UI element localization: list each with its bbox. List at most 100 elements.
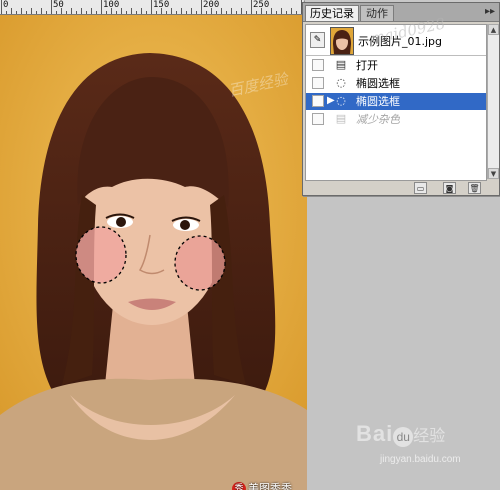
- ruler-label: 0: [3, 0, 9, 10]
- ruler-tick: [121, 8, 122, 14]
- ruler-tick: [21, 8, 22, 14]
- step-checkbox[interactable]: [312, 77, 324, 89]
- history-step-label: 椭圆选框: [356, 95, 400, 108]
- meitu-xiuxiu-badge: 秀美图秀秀: [232, 481, 292, 490]
- panel-tab-bar: 历史记录 动作 ▸▸: [303, 3, 499, 22]
- baidu-paw-icon: du: [393, 426, 414, 447]
- tab-actions[interactable]: 动作: [360, 5, 394, 21]
- ruler-tick: [116, 11, 117, 14]
- snapshot-camera-icon[interactable]: ◙: [443, 182, 456, 194]
- ruler-tick: [66, 11, 67, 14]
- ellipse-marquee-icon: ◌: [336, 76, 346, 89]
- ruler-tick: [286, 11, 287, 14]
- ruler-tick: [151, 0, 152, 14]
- snapshot-label: 示例图片_01.jpg: [358, 35, 443, 48]
- document-canvas[interactable]: 秀美图秀秀: [0, 15, 307, 490]
- ruler-tick: [11, 8, 12, 14]
- ruler-tick: [271, 8, 272, 14]
- ruler-label: 100: [103, 0, 120, 10]
- history-step[interactable]: ▤ 打开: [306, 57, 486, 74]
- ruler-label: 250: [253, 0, 270, 10]
- history-brush-icon[interactable]: ✎: [310, 32, 325, 48]
- panel-menu-icon[interactable]: ▸▸: [485, 6, 495, 18]
- history-step[interactable]: ▶ ◌ 椭圆选框: [306, 93, 486, 110]
- ruler-tick: [81, 8, 82, 14]
- ruler-tick: [221, 8, 222, 14]
- step-checkbox[interactable]: [312, 59, 324, 71]
- baidu-logo-text: Bai: [356, 421, 394, 446]
- ruler-tick: [36, 11, 37, 14]
- ruler-tick: [166, 11, 167, 14]
- ruler-tick: [201, 0, 202, 14]
- panel-footer: ▭ ◙ 🗑: [303, 181, 499, 195]
- snapshot-thumbnail: [330, 27, 354, 55]
- ruler-tick: [96, 11, 97, 14]
- baidu-jingyan-logo: Bai du 经验: [356, 421, 445, 447]
- ruler-tick: [16, 11, 17, 14]
- ruler-tick: [51, 0, 52, 14]
- ruler-tick: [176, 11, 177, 14]
- tab-history[interactable]: 历史记录: [305, 5, 359, 21]
- scroll-up-arrow-icon[interactable]: ▲: [488, 24, 499, 35]
- ruler-tick: [136, 11, 137, 14]
- horizontal-ruler: 050100150200250300: [0, 0, 305, 15]
- history-step[interactable]: ◌ 椭圆选框: [306, 75, 486, 92]
- meitu-badge-label: 美图秀秀: [248, 482, 292, 490]
- ruler-tick: [256, 11, 257, 14]
- ruler-tick: [76, 11, 77, 14]
- ruler-tick: [91, 8, 92, 14]
- history-step[interactable]: ▤ 减少杂色: [306, 111, 486, 128]
- ruler-tick: [186, 11, 187, 14]
- new-document-from-state-icon[interactable]: ▭: [414, 182, 427, 194]
- ruler-tick: [231, 8, 232, 14]
- ruler-tick: [131, 8, 132, 14]
- ruler-tick: [216, 11, 217, 14]
- ruler-tick: [106, 11, 107, 14]
- jingyan-text: 经验: [413, 428, 446, 445]
- ruler-tick: [226, 11, 227, 14]
- ruler-tick: [6, 11, 7, 14]
- ruler-label: 150: [153, 0, 170, 10]
- ruler-tick: [241, 8, 242, 14]
- ruler-tick: [26, 11, 27, 14]
- ellipse-marquee-icon: ◌: [336, 94, 346, 107]
- ruler-tick: [146, 11, 147, 14]
- baidu-url: jingyan.baidu.com: [380, 454, 461, 465]
- ruler-label: 50: [53, 0, 64, 10]
- history-list: ✎ 示例图片_01.jpg ▤ 打开 ◌ 椭圆选框 ▶ ◌ 椭圆选框 ▤ 减少杂色: [305, 24, 487, 181]
- photo: [0, 15, 307, 490]
- ruler-tick: [276, 11, 277, 14]
- ruler-tick: [56, 11, 57, 14]
- ruler-tick: [86, 11, 87, 14]
- trash-icon[interactable]: 🗑: [468, 182, 481, 194]
- ruler-tick: [71, 8, 72, 14]
- history-step-label: 打开: [356, 59, 378, 72]
- panel-scrollbar[interactable]: ▲ ▼: [487, 24, 499, 179]
- step-checkbox[interactable]: [312, 95, 324, 107]
- step-checkbox[interactable]: [312, 113, 324, 125]
- ruler-tick: [171, 8, 172, 14]
- ruler-tick: [156, 11, 157, 14]
- ruler-tick: [281, 8, 282, 14]
- ruler-tick: [31, 8, 32, 14]
- history-panel[interactable]: 历史记录 动作 ▸▸ ✎ 示例图片_01.jpg ▤ 打开 ◌ 椭圆选框 ▶ ◌ 椭圆选框 ▤…: [302, 2, 500, 196]
- ruler-tick: [1, 0, 2, 14]
- filter-icon: ▤: [335, 112, 347, 125]
- ruler-tick: [41, 8, 42, 14]
- ruler-tick: [251, 0, 252, 14]
- history-step-label: 椭圆选框: [356, 77, 400, 90]
- ruler-tick: [196, 11, 197, 14]
- open-document-icon: ▤: [335, 58, 347, 71]
- ruler-tick: [141, 8, 142, 14]
- ruler-tick: [101, 0, 102, 14]
- ruler-tick: [291, 8, 292, 14]
- ruler-tick: [126, 11, 127, 14]
- ruler-tick: [206, 11, 207, 14]
- meitu-logo-icon: 秀: [232, 482, 246, 490]
- ruler-tick: [46, 11, 47, 14]
- ruler-tick: [296, 11, 297, 14]
- history-snapshot[interactable]: ✎ 示例图片_01.jpg: [306, 25, 486, 56]
- history-step-label: 减少杂色: [356, 113, 400, 126]
- ruler-tick: [266, 11, 267, 14]
- scroll-down-arrow-icon[interactable]: ▼: [488, 168, 499, 179]
